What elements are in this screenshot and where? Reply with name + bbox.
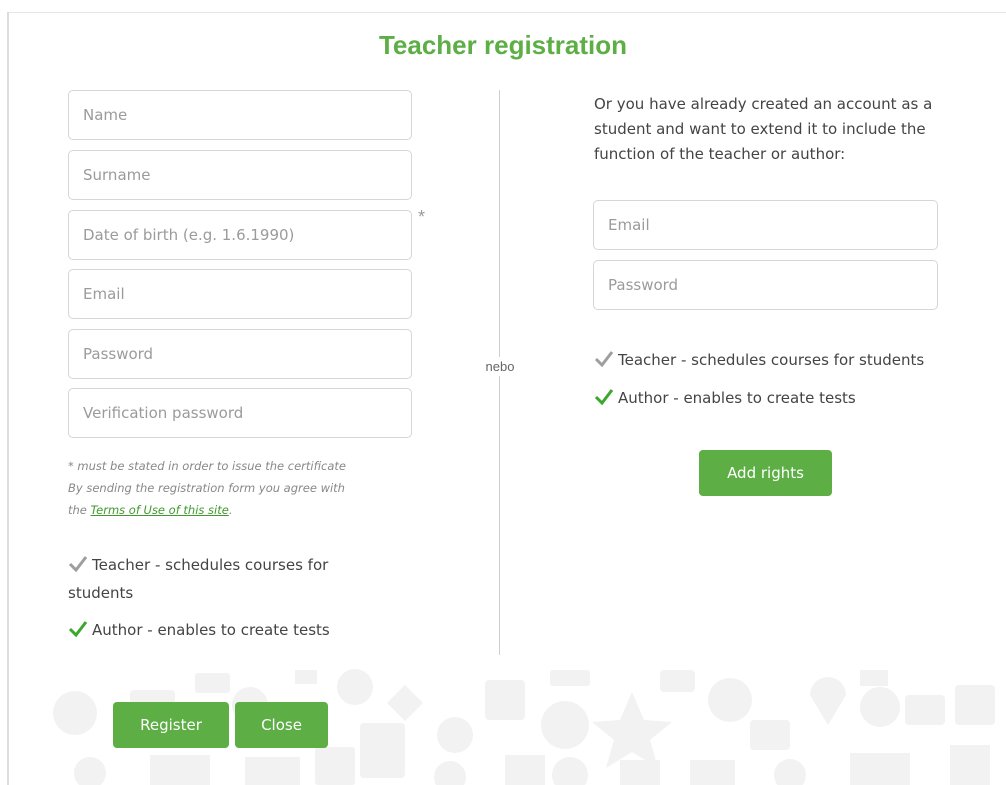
existing-email-input[interactable] [593,200,938,250]
name-input[interactable] [68,90,412,140]
verification-password-input[interactable] [68,388,412,438]
left-teacher-checkbox[interactable]: Teacher - schedules courses for students [68,551,368,607]
close-button[interactable]: Close [235,702,328,748]
note-agree-text: By sending the registration form you agr… [68,481,345,495]
extend-account-intro: Or you have already created an account a… [594,95,933,163]
modal-left-border [7,12,9,785]
register-button[interactable]: Register [113,702,229,748]
date-of-birth-input[interactable] [68,210,412,260]
password-input[interactable] [68,329,412,379]
note-required-text: * must be stated in order to issue the c… [68,459,346,473]
note-period: . [228,503,233,517]
left-author-label: Author - enables to create tests [92,621,330,639]
divider-label: nebo [482,357,518,376]
checkmark-icon [68,556,88,573]
existing-password-input[interactable] [593,260,938,310]
email-input[interactable] [68,269,412,319]
checkmark-icon [68,621,88,638]
left-teacher-label: Teacher - schedules courses for students [68,556,329,602]
left-author-checkbox[interactable]: Author - enables to create tests [68,616,388,644]
page-title: Teacher registration [378,30,628,60]
checkmark-icon [594,351,614,368]
note-the-text: the [68,503,87,517]
registration-note: * must be stated in order to issue the c… [68,455,398,521]
terms-of-use-link[interactable]: Terms of Use of this site [91,503,229,517]
checkmark-icon [594,389,614,406]
right-author-checkbox[interactable]: Author - enables to create tests [594,384,914,412]
right-author-label: Author - enables to create tests [618,389,856,407]
required-marker: * [418,207,426,227]
right-teacher-label: Teacher - schedules courses for students [618,351,925,369]
modal-top-border [7,12,1006,13]
add-rights-button[interactable]: Add rights [699,450,832,496]
surname-input[interactable] [68,150,412,200]
note-terms-line: the Terms of Use of this site. [68,499,398,521]
right-teacher-checkbox[interactable]: Teacher - schedules courses for students [594,346,954,374]
